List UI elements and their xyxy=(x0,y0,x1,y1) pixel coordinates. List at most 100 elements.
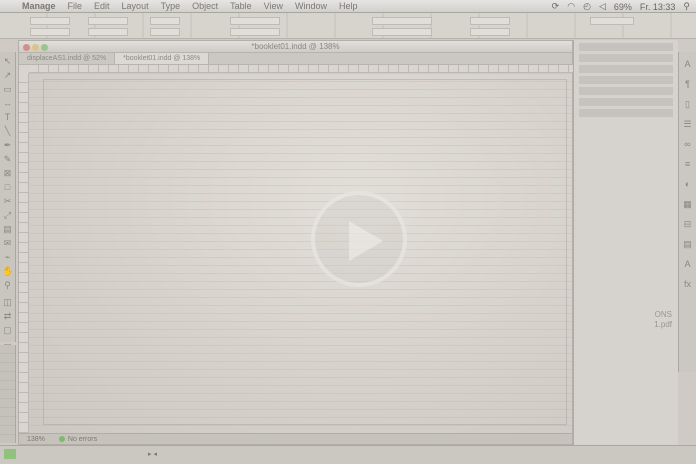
preflight-status[interactable]: No errors xyxy=(58,435,98,443)
type-tool-icon[interactable]: T xyxy=(2,112,13,123)
formatting-container-icon[interactable]: ▢ xyxy=(2,325,13,336)
panel-row[interactable] xyxy=(579,109,673,117)
panel-row[interactable] xyxy=(579,87,673,95)
panel-side-text-1: ONS xyxy=(654,310,672,319)
panel-row[interactable] xyxy=(579,76,673,84)
free-transform-tool-icon[interactable]: ⤢ xyxy=(2,210,13,221)
stroke-swatch-icon[interactable]: ◫ xyxy=(2,297,13,308)
pen-tool-icon[interactable]: ✒ xyxy=(2,140,13,151)
stroke-panel-icon[interactable]: ≡ xyxy=(682,158,694,170)
panel-side-text: ONS 1.pdf xyxy=(654,310,672,330)
menu-edit[interactable]: Edit xyxy=(94,1,110,11)
menu-table[interactable]: Table xyxy=(230,1,252,11)
effects-field[interactable] xyxy=(470,28,510,36)
left-strip xyxy=(0,345,16,443)
direct-selection-tool-icon[interactable]: ↗ xyxy=(2,70,13,81)
window-title-bar[interactable]: *booklet01.indd @ 138% xyxy=(19,41,572,53)
document-status-bar: 138% No errors xyxy=(19,433,572,444)
scale-y-field[interactable] xyxy=(150,28,180,36)
panels-area: ONS 1.pdf xyxy=(573,40,678,445)
menu-view[interactable]: View xyxy=(264,1,283,11)
menu-help[interactable]: Help xyxy=(339,1,358,11)
scissors-tool-icon[interactable]: ✂ xyxy=(2,196,13,207)
workspace-field[interactable] xyxy=(590,17,634,25)
page-spread[interactable] xyxy=(43,79,567,425)
tab-booklet[interactable]: *booklet01.indd @ 138% xyxy=(115,53,210,64)
text-wrap-panel-icon[interactable]: ▤ xyxy=(682,238,694,250)
character-panel-icon[interactable]: A xyxy=(682,58,694,70)
zoom-button[interactable] xyxy=(41,44,48,51)
document-tab-bar: displaceAS1.indd @ 52% *booklet01.indd @… xyxy=(19,53,572,65)
rectangle-tool-icon[interactable]: □ xyxy=(2,182,13,193)
zoom-tool-icon[interactable]: ⚲ xyxy=(2,280,13,291)
pages-panel-icon[interactable]: ▯ xyxy=(682,98,694,110)
status-indicator[interactable] xyxy=(4,449,16,459)
panel-row[interactable] xyxy=(579,98,673,106)
vertical-ruler[interactable] xyxy=(19,73,29,435)
eyedropper-tool-icon[interactable]: ⌁ xyxy=(2,252,13,263)
clock-icon[interactable]: ◴ xyxy=(583,1,591,12)
height-field[interactable] xyxy=(88,28,128,36)
gradient-tool-icon[interactable]: ▤ xyxy=(2,224,13,235)
swap-colors-icon[interactable]: ⇄ xyxy=(2,311,13,322)
play-icon xyxy=(349,221,383,261)
tab-displace[interactable]: displaceAS1.indd @ 52% xyxy=(19,53,116,64)
stroke-type-field[interactable] xyxy=(372,28,432,36)
scale-x-field[interactable] xyxy=(150,17,180,25)
rectangle-frame-tool-icon[interactable]: ⊠ xyxy=(2,168,13,179)
color-panel-icon[interactable]: ◐ xyxy=(682,178,694,190)
shear-field[interactable] xyxy=(230,28,280,36)
paragraph-panel-icon[interactable]: ¶ xyxy=(682,78,694,90)
menu-file[interactable]: File xyxy=(68,1,83,11)
panel-row[interactable] xyxy=(579,65,673,73)
menu-app-name[interactable]: Manage xyxy=(22,1,56,11)
document-window: *booklet01.indd @ 138% displaceAS1.indd … xyxy=(18,40,574,445)
minimize-button[interactable] xyxy=(32,44,39,51)
align-panel-icon[interactable]: ⊟ xyxy=(682,218,694,230)
page-tool-icon[interactable]: ▭ xyxy=(2,84,13,95)
sync-icon[interactable]: ⟳ xyxy=(552,1,560,12)
panel-side-text-2: 1.pdf xyxy=(654,320,672,329)
opacity-field[interactable] xyxy=(470,17,510,25)
layers-panel-icon[interactable]: ☰ xyxy=(682,118,694,130)
type-panel-icon[interactable]: A xyxy=(682,258,694,270)
note-tool-icon[interactable]: ✉ xyxy=(2,238,13,249)
horizontal-ruler[interactable] xyxy=(29,65,574,73)
document-canvas[interactable] xyxy=(29,73,572,435)
video-play-button[interactable] xyxy=(311,191,407,287)
menu-clock[interactable]: Fr. 13:33 xyxy=(640,2,676,12)
tools-panel: ↖ ↗ ▭ ↔ T ╲ ✒ ✎ ⊠ □ ✂ ⤢ ▤ ✉ ⌁ ✋ ⚲ ◫ ⇄ ▢ … xyxy=(0,52,16,352)
control-panel xyxy=(0,13,696,39)
width-field[interactable] xyxy=(88,17,128,25)
menu-type[interactable]: Type xyxy=(161,1,181,11)
menu-bar: Manage File Edit Layout Type Object Tabl… xyxy=(0,0,696,13)
window-title: *booklet01.indd @ 138% xyxy=(251,42,340,51)
volume-icon[interactable]: ◁ xyxy=(599,1,606,12)
x-position-field[interactable] xyxy=(30,17,70,25)
swatches-panel-icon[interactable]: ▦ xyxy=(682,198,694,210)
close-button[interactable] xyxy=(23,44,30,51)
y-position-field[interactable] xyxy=(30,28,70,36)
status-area: ⟳ ◠ ◴ ◁ 69% Fr. 13:33 ⚲ xyxy=(552,0,690,13)
hand-tool-icon[interactable]: ✋ xyxy=(2,266,13,277)
links-panel-icon[interactable]: ∞ xyxy=(682,138,694,150)
wifi-icon[interactable]: ◠ xyxy=(567,1,575,12)
pencil-tool-icon[interactable]: ✎ xyxy=(2,154,13,165)
panel-row[interactable] xyxy=(579,54,673,62)
rotation-field[interactable] xyxy=(230,17,280,25)
search-icon[interactable]: ⚲ xyxy=(683,1,690,12)
line-tool-icon[interactable]: ╲ xyxy=(2,126,13,137)
effects-panel-icon[interactable]: fx xyxy=(682,278,694,290)
panel-row[interactable] xyxy=(579,43,673,51)
gap-tool-icon[interactable]: ↔ xyxy=(2,98,13,109)
menu-layout[interactable]: Layout xyxy=(122,1,149,11)
bottom-bar: ▸ ◂ xyxy=(0,445,696,464)
menu-object[interactable]: Object xyxy=(192,1,218,11)
menu-window[interactable]: Window xyxy=(295,1,327,11)
battery-percent[interactable]: 69% xyxy=(614,2,632,12)
selection-tool-icon[interactable]: ↖ xyxy=(2,56,13,67)
preflight-label: No errors xyxy=(67,435,98,443)
bottom-info: ▸ ◂ xyxy=(148,451,157,458)
stroke-weight-field[interactable] xyxy=(372,17,432,25)
zoom-level[interactable]: 138% xyxy=(27,436,45,443)
